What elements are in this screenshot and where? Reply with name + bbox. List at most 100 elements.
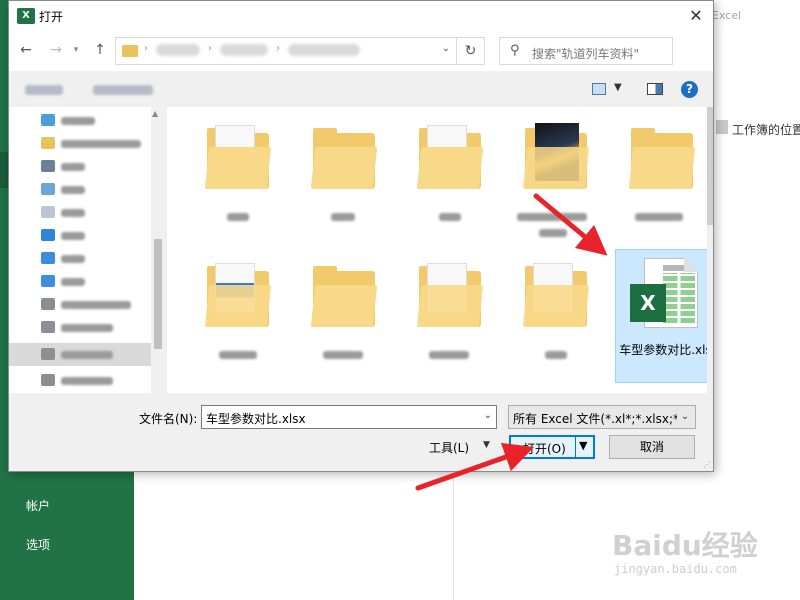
scroll-up-icon[interactable]: ▲ bbox=[152, 109, 158, 118]
file-list-scrollbar[interactable] bbox=[707, 107, 713, 393]
dialog-title: 打开 bbox=[39, 10, 64, 24]
sidebar-item[interactable] bbox=[9, 155, 151, 178]
folder-label bbox=[539, 229, 567, 237]
sidebar-item[interactable] bbox=[9, 201, 151, 224]
excel-window-title: Excel bbox=[712, 9, 742, 22]
file-list-scroll-thumb[interactable] bbox=[707, 107, 713, 225]
open-button-split bbox=[575, 437, 576, 457]
search-input[interactable]: ⚲ 搜索"轨道列车资料" bbox=[499, 37, 673, 65]
folder-item[interactable] bbox=[203, 121, 273, 191]
sidebar-item-label bbox=[61, 278, 85, 286]
sidebar-item[interactable] bbox=[9, 109, 151, 132]
drive-icon bbox=[41, 348, 55, 360]
sidebar-item-selected[interactable] bbox=[9, 343, 151, 366]
filetype-select[interactable]: 所有 Excel 文件(*.xl*;*.xlsx;*.xl ⌄ bbox=[508, 405, 696, 429]
folder-icon bbox=[416, 285, 484, 327]
sidebar-scrollbar[interactable]: ▲ bbox=[151, 107, 165, 393]
sidebar-item[interactable] bbox=[9, 293, 151, 316]
address-bar[interactable]: › › › ⌄ bbox=[115, 37, 457, 65]
3d-objects-icon bbox=[41, 114, 55, 126]
folder-label bbox=[439, 213, 461, 221]
organize-button[interactable] bbox=[25, 85, 63, 95]
downloads-icon bbox=[41, 229, 55, 241]
new-folder-button[interactable] bbox=[93, 85, 153, 95]
drive-icon bbox=[41, 374, 55, 386]
search-icon: ⚲ bbox=[510, 43, 520, 58]
folder-label bbox=[323, 351, 363, 359]
pictures-icon bbox=[41, 183, 55, 195]
baidu-watermark: Baidu经验 jingyan.baidu.com bbox=[612, 522, 762, 582]
refresh-icon[interactable]: ↻ bbox=[457, 37, 485, 65]
cancel-button[interactable]: 取消 bbox=[609, 435, 695, 459]
chevron-down-icon[interactable]: ⌄ bbox=[442, 43, 450, 54]
filename-value: 车型参数对比.xlsx bbox=[206, 412, 306, 426]
backstage-options-item[interactable]: 选项 bbox=[26, 536, 50, 553]
command-bar: ▼ ? bbox=[9, 71, 713, 107]
recent-location-icon bbox=[716, 120, 728, 134]
folder-icon bbox=[41, 137, 55, 149]
sidebar-scroll-thumb[interactable] bbox=[154, 239, 162, 349]
back-arrow-icon[interactable]: ← bbox=[15, 39, 37, 61]
folder-label bbox=[429, 351, 469, 359]
folder-item[interactable] bbox=[627, 121, 697, 191]
up-arrow-icon[interactable]: ↑ bbox=[89, 39, 111, 61]
sidebar-item[interactable] bbox=[9, 247, 151, 270]
documents-icon bbox=[41, 206, 55, 218]
watermark-url: jingyan.baidu.com bbox=[614, 562, 737, 576]
breadcrumb-item[interactable] bbox=[156, 44, 200, 56]
sidebar-item-label bbox=[61, 301, 131, 309]
folder-label bbox=[635, 213, 683, 221]
excel-icon: X bbox=[630, 284, 666, 322]
sidebar-item-label bbox=[61, 117, 95, 125]
folder-label bbox=[545, 351, 567, 359]
navigation-bar: ← → ▾ ↑ › › › ⌄ ↻ ⚲ 搜索"轨道列车资料" bbox=[9, 31, 713, 71]
open-dropdown-icon[interactable]: ▼ bbox=[579, 439, 587, 452]
sidebar-item[interactable] bbox=[9, 132, 151, 155]
sidebar-item[interactable] bbox=[9, 316, 151, 339]
folder-item[interactable] bbox=[415, 121, 485, 191]
video-icon bbox=[41, 160, 55, 172]
breadcrumb-item[interactable] bbox=[220, 44, 268, 56]
folder-item[interactable] bbox=[309, 259, 379, 329]
tools-button[interactable]: 工具(L) bbox=[429, 439, 469, 456]
view-dropdown-icon[interactable]: ▼ bbox=[614, 82, 622, 93]
sidebar-item-label bbox=[61, 324, 113, 332]
chevron-down-icon[interactable]: ⌄ bbox=[677, 408, 693, 426]
sidebar-item-label bbox=[61, 232, 85, 240]
folder-item[interactable] bbox=[521, 259, 591, 329]
history-chevron-icon[interactable]: ▾ bbox=[65, 39, 87, 61]
folder-item[interactable] bbox=[203, 259, 273, 329]
filename-field[interactable]: 车型参数对比.xlsx ⌄ bbox=[201, 405, 497, 429]
backstage-active-indicator bbox=[0, 152, 8, 188]
sidebar-item[interactable] bbox=[9, 270, 151, 293]
sidebar-item[interactable] bbox=[9, 224, 151, 247]
selected-file-item[interactable]: X 车型参数对比.xlsx bbox=[615, 249, 713, 383]
folder-label bbox=[517, 213, 587, 221]
view-mode-icon[interactable] bbox=[592, 83, 606, 95]
breadcrumb-separator: › bbox=[276, 43, 280, 54]
backstage-account-item[interactable]: 帐户 bbox=[26, 497, 50, 514]
folder-icon bbox=[204, 147, 272, 189]
forward-arrow-icon[interactable]: → bbox=[45, 39, 67, 61]
tools-dropdown-icon[interactable]: ▼ bbox=[483, 440, 490, 450]
folder-item[interactable] bbox=[415, 259, 485, 329]
preview-pane-icon[interactable] bbox=[647, 83, 663, 95]
sidebar-item[interactable] bbox=[9, 178, 151, 201]
sidebar-item-label bbox=[61, 186, 85, 194]
chevron-down-icon[interactable]: ⌄ bbox=[484, 410, 492, 421]
help-icon[interactable]: ? bbox=[681, 81, 698, 98]
breadcrumb-item[interactable] bbox=[288, 44, 360, 56]
folder-item[interactable] bbox=[309, 121, 379, 191]
dialog-footer: 文件名(N): 车型参数对比.xlsx ⌄ 所有 Excel 文件(*.xl*;… bbox=[9, 393, 713, 471]
watermark-logo: Baidu经验 bbox=[612, 529, 758, 562]
folder-icon bbox=[310, 285, 378, 327]
resize-grip-icon[interactable]: ⋰ bbox=[703, 460, 711, 469]
folder-item[interactable] bbox=[521, 121, 591, 191]
open-button[interactable]: 打开(O) ▼ bbox=[509, 435, 595, 459]
close-button[interactable]: ✕ bbox=[679, 1, 713, 31]
breadcrumb-separator: › bbox=[144, 43, 148, 54]
dialog-titlebar: X 打开 ✕ bbox=[9, 1, 713, 31]
sidebar-item[interactable] bbox=[9, 369, 151, 392]
open-file-dialog: X 打开 ✕ ← → ▾ ↑ › › › ⌄ ↻ ⚲ 搜索"轨道列车资料" ▼ … bbox=[8, 0, 714, 472]
open-button-label: 打开(O) bbox=[523, 442, 566, 456]
